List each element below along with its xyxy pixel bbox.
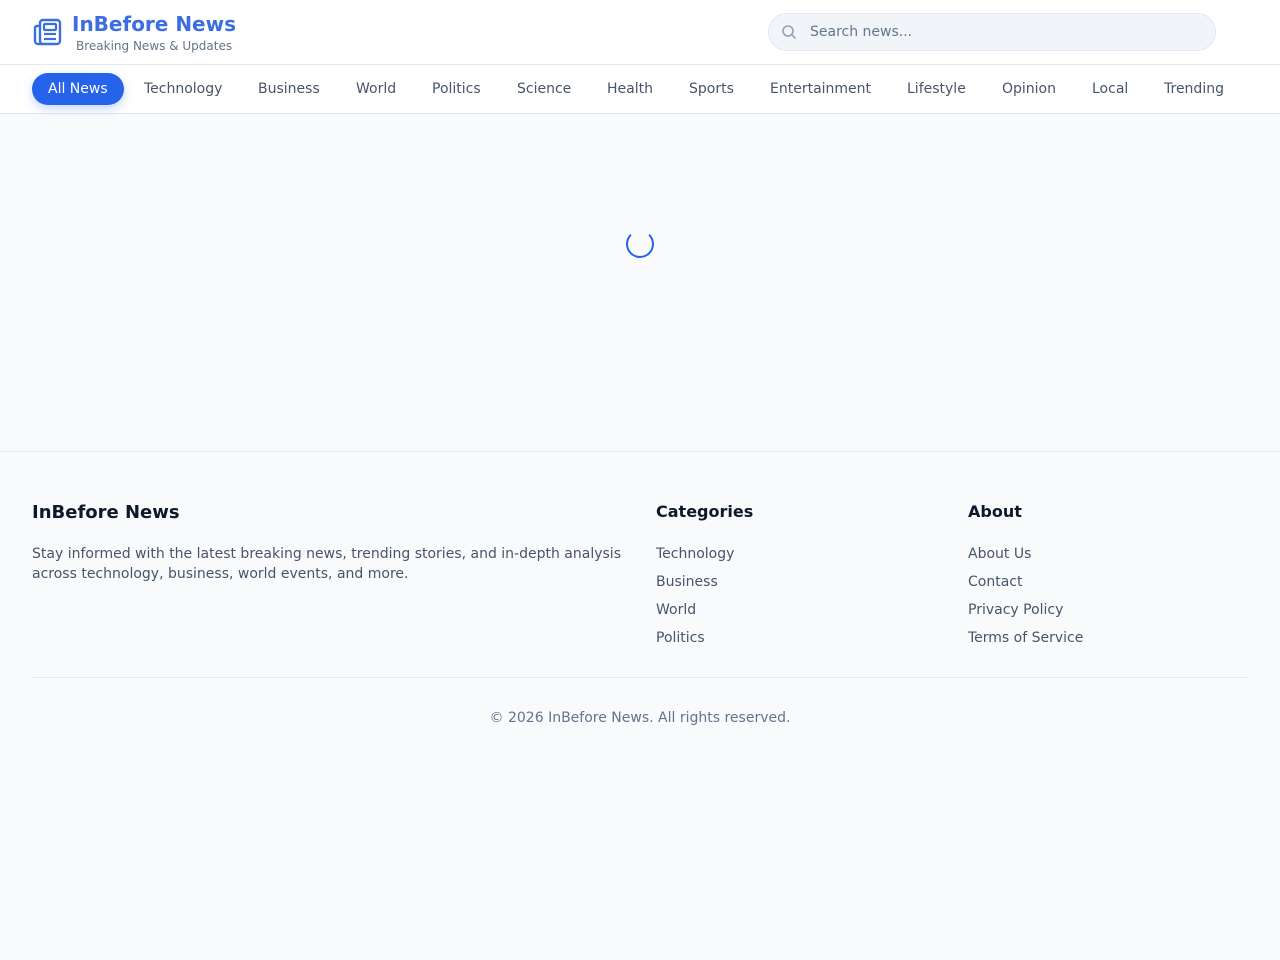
- category-nav: All News Technology Business World Polit…: [0, 65, 1280, 114]
- tab-lifestyle[interactable]: Lifestyle: [907, 73, 966, 105]
- footer-about: About About Us Contact Privacy Policy Te…: [968, 502, 1083, 652]
- tab-business[interactable]: Business: [258, 73, 320, 105]
- tab-entertainment[interactable]: Entertainment: [770, 73, 871, 105]
- copyright-text: © 2026 InBefore News. All rights reserve…: [489, 710, 791, 726]
- tab-local[interactable]: Local: [1092, 73, 1128, 105]
- footer-brand-title: InBefore News: [32, 502, 180, 523]
- site-header: InBefore News Breaking News & Updates: [0, 0, 1280, 65]
- footer-categories: Categories Technology Business World Pol…: [656, 502, 753, 652]
- tab-science[interactable]: Science: [517, 73, 571, 105]
- search-input[interactable]: [810, 24, 1200, 40]
- tab-sports[interactable]: Sports: [689, 73, 734, 105]
- site-footer: InBefore News Stay informed with the lat…: [0, 451, 1280, 960]
- brand-subtitle: Breaking News & Updates: [76, 39, 233, 53]
- news-feed: [0, 114, 1280, 451]
- search-bar[interactable]: [768, 13, 1216, 51]
- brand-logo-link[interactable]: InBefore News Breaking News & Updates: [32, 12, 236, 54]
- tab-opinion[interactable]: Opinion: [1002, 73, 1056, 105]
- footer-link-contact[interactable]: Contact: [968, 568, 1083, 596]
- footer-link-privacy-policy[interactable]: Privacy Policy: [968, 596, 1083, 624]
- search-icon: [782, 25, 796, 39]
- footer-description: Stay informed with the latest breaking n…: [32, 546, 621, 582]
- footer-link-business[interactable]: Business: [656, 568, 753, 596]
- footer-link-about-us[interactable]: About Us: [968, 540, 1083, 568]
- brand-title: InBefore News: [72, 12, 237, 36]
- footer-link-politics[interactable]: Politics: [656, 624, 753, 652]
- tab-politics[interactable]: Politics: [432, 73, 481, 105]
- tab-all-news[interactable]: All News: [32, 73, 124, 105]
- footer-link-world[interactable]: World: [656, 596, 753, 624]
- tab-world[interactable]: World: [356, 73, 396, 105]
- footer-categories-title: Categories: [656, 502, 754, 521]
- footer-divider: [32, 677, 1248, 678]
- tab-technology[interactable]: Technology: [144, 73, 222, 105]
- tab-health[interactable]: Health: [607, 73, 653, 105]
- footer-about-title: About: [968, 502, 1022, 521]
- footer-link-terms-of-service[interactable]: Terms of Service: [968, 624, 1083, 652]
- tab-trending[interactable]: Trending: [1164, 73, 1224, 105]
- loading-spinner: [626, 230, 654, 258]
- footer-link-technology[interactable]: Technology: [656, 540, 753, 568]
- newspaper-icon: [33, 18, 62, 46]
